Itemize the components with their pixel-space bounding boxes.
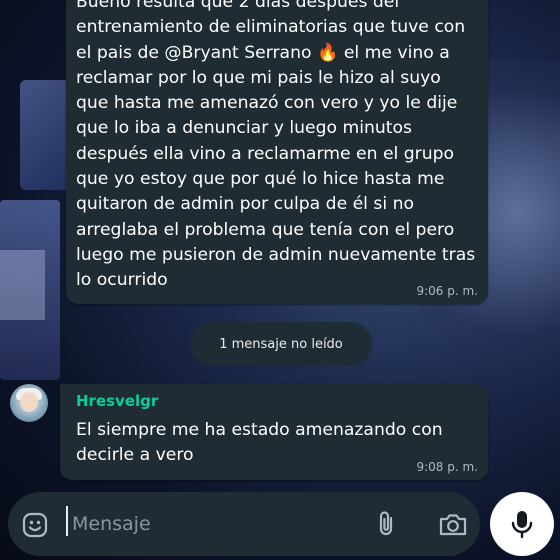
wallpaper-panel <box>0 200 60 380</box>
message-time: 9:08 p. m. <box>416 460 478 474</box>
avatar-face <box>20 392 38 412</box>
mic-icon <box>511 511 533 539</box>
sender-name[interactable]: Hresvelgr <box>76 392 158 410</box>
message-input[interactable] <box>70 506 364 542</box>
sender-avatar[interactable] <box>10 384 48 422</box>
emoji-icon[interactable] <box>22 512 48 538</box>
camera-icon[interactable] <box>438 512 468 538</box>
wallpaper-sign <box>20 80 70 190</box>
voice-record-button[interactable] <box>490 492 554 556</box>
attach-icon[interactable] <box>374 510 398 538</box>
unread-messages-banner: 1 mensaje no leído <box>190 322 372 366</box>
message-composer <box>8 492 480 556</box>
incoming-message[interactable]: Bueno resulta que 2 días después del ent… <box>66 0 488 304</box>
incoming-message[interactable]: Hresvelgr El siempre me ha estado amenaz… <box>60 384 488 480</box>
wallpaper-box <box>0 250 45 320</box>
text-caret <box>66 506 68 536</box>
message-text: Bueno resulta que 2 días después del ent… <box>76 0 481 291</box>
message-time: 9:06 p. m. <box>416 284 478 298</box>
